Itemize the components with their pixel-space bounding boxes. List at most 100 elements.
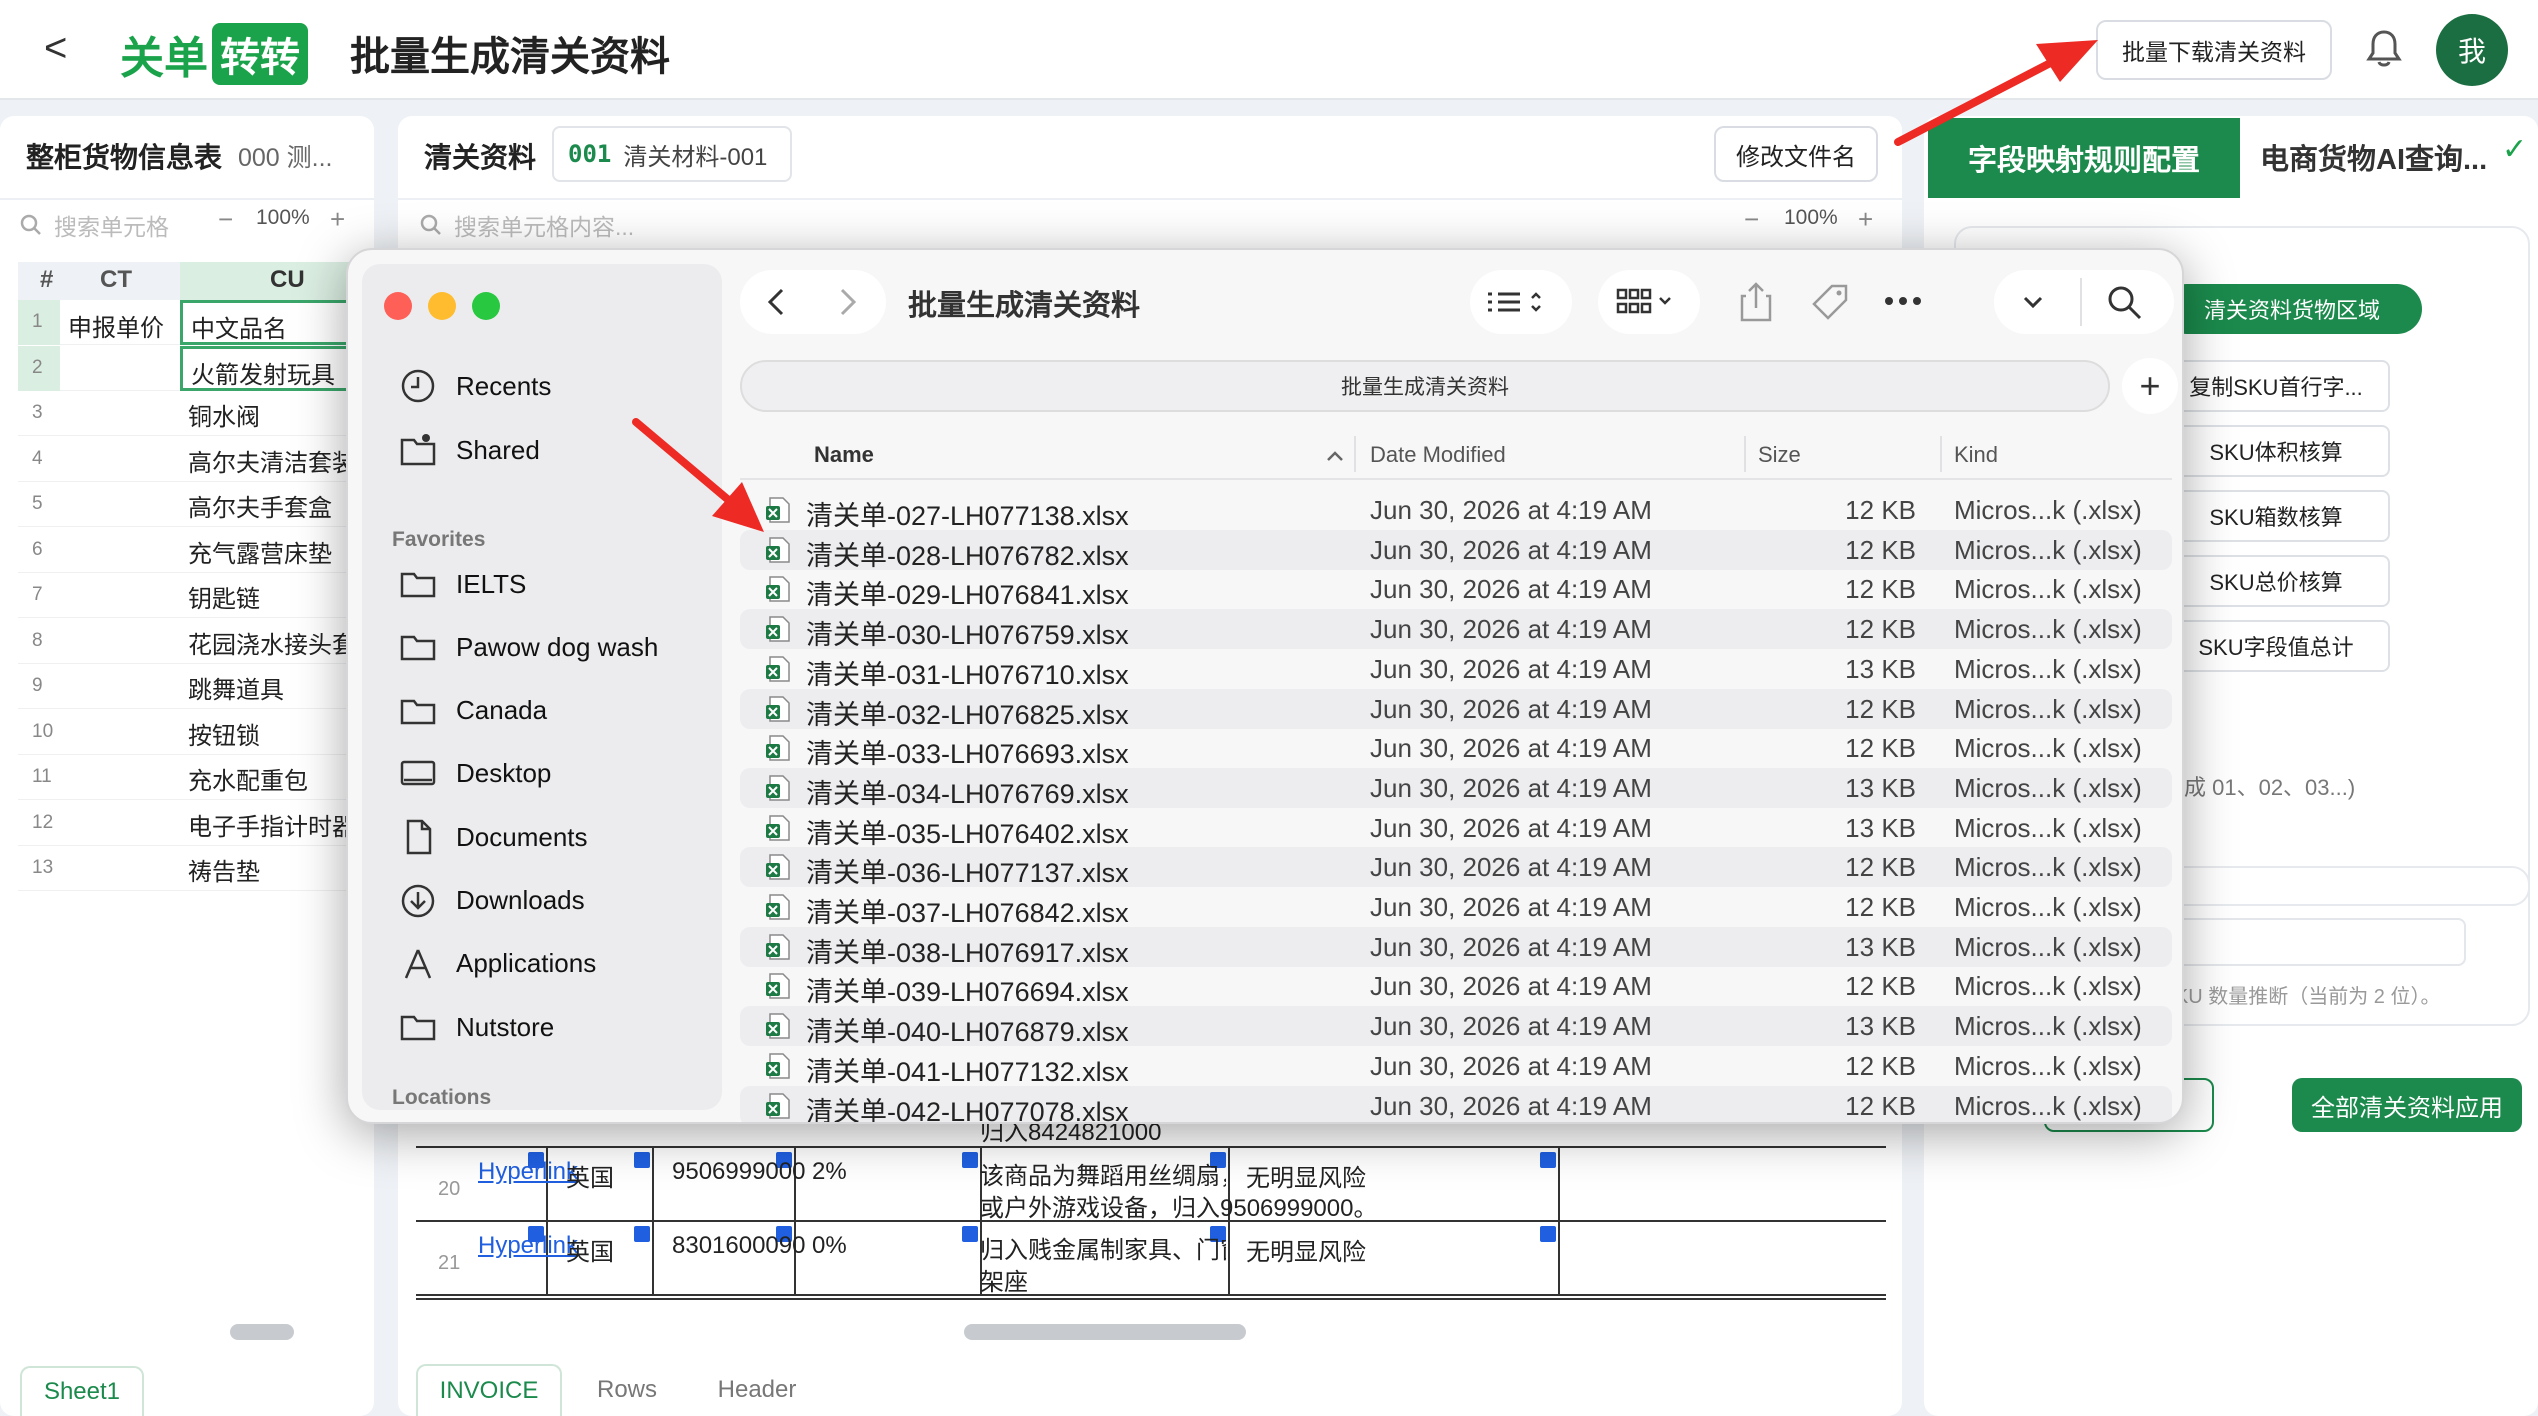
avatar[interactable]: 我 — [2436, 14, 2508, 86]
file-row[interactable]: 清关单-028-LH076782.xlsx Jun 30, 2026 at 4:1… — [740, 529, 2172, 571]
cell-cu[interactable]: 铜水阀 — [180, 391, 374, 436]
sheet-tab[interactable]: Sheet1 — [20, 1366, 144, 1416]
zoom-in-button[interactable]: + — [1858, 204, 1873, 235]
file-row[interactable]: 清关单-031-LH076710.xlsx Jun 30, 2026 at 4:1… — [740, 649, 2172, 690]
bell-icon[interactable] — [2364, 28, 2404, 70]
side-action-button[interactable]: SKU字段值总计 — [2162, 620, 2390, 672]
col-date[interactable]: Date Modified — [1370, 442, 1506, 468]
zoom-in-button[interactable]: + — [330, 204, 345, 235]
search-icon[interactable] — [2106, 284, 2144, 322]
cell-cu[interactable]: 祷告垫 — [180, 846, 374, 891]
new-tab-button[interactable]: + — [2122, 358, 2178, 414]
side-action-button[interactable]: SKU体积核算 — [2162, 425, 2390, 477]
hyperlink-cell[interactable]: Hyperlink — [478, 1158, 578, 1186]
col-name[interactable]: Name — [814, 442, 874, 468]
sidebar-item-favorite[interactable]: Nutstore — [398, 1007, 554, 1047]
left-search-input[interactable]: 搜索单元格 — [20, 202, 200, 248]
minimize-window-button[interactable] — [428, 292, 456, 320]
path-bar[interactable]: 批量生成清关资料 — [740, 360, 2110, 412]
cell-cu[interactable]: 高尔夫清洁套装 — [180, 437, 374, 482]
sidebar-item-favorite[interactable]: IELTS — [398, 564, 526, 604]
cell-cu[interactable]: 钥匙链 — [180, 573, 374, 618]
cell-cu[interactable]: 跳舞道具 — [180, 664, 374, 709]
file-row[interactable]: 清关单-032-LH076825.xlsx Jun 30, 2026 at 4:1… — [740, 688, 2172, 730]
sidebar-item-recents[interactable]: Recents — [398, 366, 551, 406]
cell-rate[interactable]: 0% — [812, 1232, 847, 1260]
cell-cu[interactable]: 按钮锁 — [180, 710, 374, 755]
zoom-window-button[interactable] — [472, 292, 500, 320]
hyperlink-cell[interactable]: Hyperlink — [478, 1232, 578, 1260]
file-row[interactable]: 清关单-039-LH076694.xlsx Jun 30, 2026 at 4:1… — [740, 966, 2172, 1007]
sidebar-item-favorite[interactable]: Canada — [398, 691, 547, 731]
sidebar-item-favorite[interactable]: Documents — [398, 817, 588, 857]
zoom-out-button[interactable]: − — [1744, 204, 1759, 235]
file-row[interactable]: 清关单-036-LH077137.xlsx Jun 30, 2026 at 4:1… — [740, 847, 2172, 888]
sidebar-item-shared[interactable]: Shared — [398, 430, 540, 470]
sidebar-item-favorite[interactable]: Desktop — [398, 754, 551, 794]
cell-hs-code[interactable]: 8301600090 — [672, 1232, 805, 1260]
file-row[interactable]: 清关单-040-LH076879.xlsx Jun 30, 2026 at 4:1… — [740, 1006, 2172, 1047]
horizontal-scrollbar[interactable] — [230, 1324, 294, 1340]
cell-cu[interactable]: 中文品名 — [180, 300, 374, 345]
cell-rate[interactable]: 2% — [812, 1158, 847, 1186]
back-button[interactable]: < — [44, 26, 67, 71]
cell-desc-line2[interactable]: 或户外游戏设备，归入9506999000。 — [980, 1188, 1377, 1223]
file-row[interactable]: 清关单-035-LH076402.xlsx Jun 30, 2026 at 4:1… — [740, 808, 2172, 849]
cell-risk[interactable]: 无明显风险 — [1246, 1232, 1366, 1267]
file-row[interactable]: 清关单-030-LH076759.xlsx Jun 30, 2026 at 4:1… — [740, 609, 2172, 650]
tab-invoice[interactable]: INVOICE — [416, 1364, 562, 1416]
col-size[interactable]: Size — [1758, 442, 1801, 468]
tag-icon[interactable] — [1810, 282, 1850, 322]
list-view-button[interactable] — [1470, 270, 1572, 334]
file-row[interactable]: 清关单-027-LH077138.xlsx Jun 30, 2026 at 4:1… — [740, 490, 2172, 531]
col-ct[interactable]: CT — [100, 266, 132, 294]
cell-ct[interactable]: 申报单价 — [68, 308, 180, 343]
horizontal-scrollbar[interactable] — [964, 1324, 1246, 1340]
cell-desc-line1[interactable]: 该商品为舞蹈用丝绸扇，属于其他运动 — [980, 1156, 1226, 1191]
tab-ai-query[interactable]: 电商货物AI查询... — [2260, 136, 2487, 178]
sidebar-item-favorite[interactable]: Pawow dog wash — [398, 627, 658, 667]
zoom-out-button[interactable]: − — [218, 204, 233, 235]
cell-risk[interactable]: 无明显风险 — [1246, 1158, 1366, 1193]
cargo-area-button[interactable]: 清关资料货物区域 — [2162, 284, 2422, 334]
file-row[interactable]: 清关单-033-LH076693.xlsx Jun 30, 2026 at 4:1… — [740, 728, 2172, 769]
bulk-download-button[interactable]: 批量下载清关资料 — [2096, 20, 2332, 80]
col-kind[interactable]: Kind — [1954, 442, 1998, 468]
apply-all-button[interactable]: 全部清关资料应用 — [2292, 1078, 2522, 1132]
group-view-button[interactable] — [1598, 270, 1700, 334]
tab-rows[interactable]: Rows — [562, 1364, 692, 1416]
side-action-button[interactable]: 复制SKU首行字... — [2162, 360, 2390, 412]
cell-desc-line2[interactable]: 架座 — [980, 1262, 1028, 1297]
file-name-chip[interactable]: 001 清关材料-001 — [552, 126, 792, 182]
forward-icon[interactable] — [830, 286, 862, 318]
cell-cu[interactable]: 充气露营床垫 — [180, 528, 374, 573]
col-cu[interactable]: CU — [270, 266, 305, 294]
digits-input[interactable] — [2136, 918, 2466, 966]
sidebar-item-favorite[interactable]: Applications — [398, 944, 596, 984]
more-icon[interactable] — [1884, 294, 1922, 308]
sidebar-item-favorite[interactable]: Downloads — [398, 881, 585, 921]
cell-country[interactable]: 英国 — [566, 1232, 614, 1267]
file-row[interactable]: 清关单-041-LH077132.xlsx Jun 30, 2026 at 4:1… — [740, 1046, 2172, 1087]
cell-country[interactable]: 英国 — [566, 1158, 614, 1193]
rename-button[interactable]: 修改文件名 — [1714, 126, 1878, 182]
cell-cu[interactable]: 充水配重包 — [180, 755, 374, 800]
share-icon[interactable] — [1738, 280, 1774, 324]
cell-cu[interactable]: 花园浇水接头套 — [180, 619, 374, 664]
chevron-down-icon[interactable] — [2022, 294, 2044, 310]
close-window-button[interactable] — [384, 292, 412, 320]
back-icon[interactable] — [762, 286, 794, 318]
file-row[interactable]: 清关单-038-LH076917.xlsx Jun 30, 2026 at 4:1… — [740, 926, 2172, 968]
cell-cu[interactable]: 高尔夫手套盒 — [180, 482, 374, 527]
file-row[interactable]: 清关单-037-LH076842.xlsx Jun 30, 2026 at 4:1… — [740, 887, 2172, 928]
cell-cu[interactable]: 电子手指计时器 — [180, 801, 374, 846]
file-row[interactable]: 清关单-042-LH077078.xlsx Jun 30, 2026 at 4:1… — [740, 1085, 2172, 1122]
cell-cu[interactable]: 火箭发射玩具 — [180, 345, 374, 391]
cell-hs-code[interactable]: 9506999000 — [672, 1158, 805, 1186]
tab-header[interactable]: Header — [692, 1364, 822, 1416]
side-action-button[interactable]: SKU总价核算 — [2162, 555, 2390, 607]
mid-search-input[interactable]: 搜索单元格内容... — [420, 202, 1020, 248]
cell-desc-line1[interactable]: 归入贱金属制家具、门窗等用的附件及 — [980, 1230, 1226, 1265]
file-row[interactable]: 清关单-034-LH076769.xlsx Jun 30, 2026 at 4:1… — [740, 767, 2172, 809]
side-action-button[interactable]: SKU箱数核算 — [2162, 490, 2390, 542]
